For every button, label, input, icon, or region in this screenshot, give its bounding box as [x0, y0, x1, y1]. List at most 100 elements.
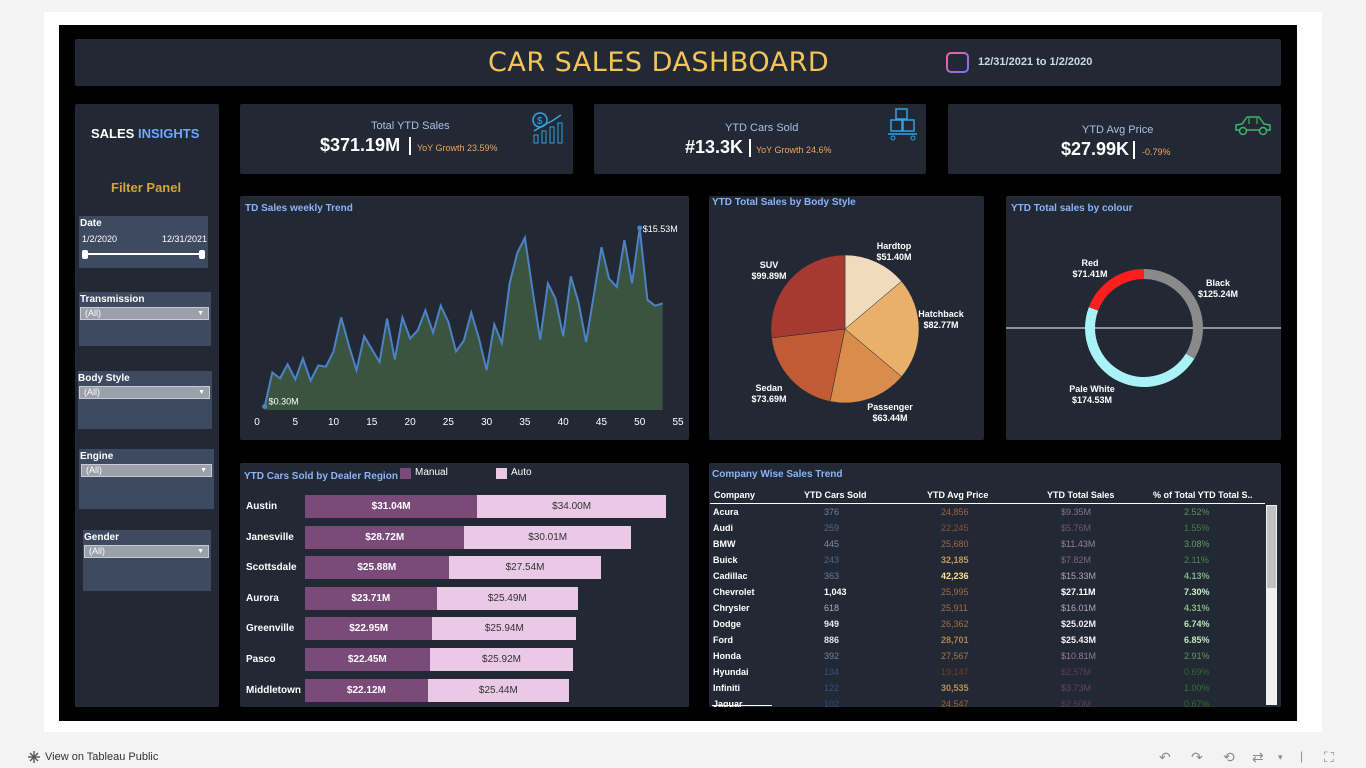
refresh-icon[interactable]: ⇄: [1252, 749, 1264, 766]
fullscreen-icon[interactable]: ⛶: [1324, 749, 1334, 766]
x-tick-label: 15: [366, 417, 378, 428]
cell-avg-price: 25,995: [941, 587, 969, 597]
cell-total-sales: $2.50M: [1061, 699, 1092, 707]
refresh-dropdown-icon[interactable]: ▾: [1278, 752, 1283, 763]
cell-percent: 1.00%: [1184, 683, 1210, 693]
view-on-tableau-link[interactable]: View on Tableau Public: [45, 751, 158, 763]
cell-avg-price: 26,362: [941, 619, 969, 629]
table-row[interactable]: Dodge 949 26,362 $25.02M 6.74%: [710, 617, 1264, 633]
kpi-label: YTD Cars Sold: [725, 122, 799, 134]
table-row[interactable]: BMW 445 25,680 $11.43M 3.08%: [710, 537, 1264, 553]
cell-total-sales: $27.11M: [1061, 587, 1096, 597]
table-h-scrollbar[interactable]: [712, 705, 772, 706]
cell-total-sales: $25.02M: [1061, 619, 1097, 629]
col-header-percent[interactable]: % of Total YTD Total S..: [1153, 490, 1253, 500]
cell-percent: 2.11%: [1184, 555, 1209, 565]
slice-name: Sedan: [755, 383, 783, 393]
slice-name: Black: [1205, 278, 1231, 288]
kpi-growth: -0.79%: [1142, 147, 1171, 157]
brand-title-a: SALES: [91, 126, 135, 141]
kpi-card-total-sales: [240, 104, 573, 174]
cell-cars-sold: 618: [824, 603, 840, 613]
table-row[interactable]: Buick 243 32,185 $7.82M 2.11%: [710, 553, 1264, 569]
table-row[interactable]: Honda 392 27,567 $10.81M 2.91%: [710, 649, 1264, 665]
slice-name: SUV: [759, 260, 779, 270]
car-icon: [1235, 116, 1271, 136]
revert-icon[interactable]: ⟲: [1223, 749, 1235, 766]
slice-label-red: Red $71.41M: [1064, 258, 1116, 280]
redo-icon[interactable]: ↷: [1191, 749, 1203, 766]
cell-percent: 2.52%: [1184, 507, 1210, 517]
slice-value: $125.24M: [1197, 289, 1239, 299]
legend-label-manual: Manual: [415, 467, 448, 478]
table-row[interactable]: Ford 886 28,701 $25.43M 6.85%: [710, 633, 1264, 649]
cell-cars-sold: 949: [824, 619, 840, 629]
cell-cars-sold: 445: [824, 539, 840, 549]
transmission-filter-label: Transmission: [80, 294, 145, 305]
undo-icon[interactable]: ↶: [1159, 749, 1171, 766]
table-row[interactable]: Cadillac 363 42,236 $15.33M 4.13%: [710, 569, 1264, 585]
cell-cars-sold: 376: [824, 507, 840, 517]
table-row[interactable]: Audi 259 22,245 $5.76M 1.55%: [710, 521, 1264, 537]
cell-percent: 0.67%: [1184, 699, 1210, 707]
cell-total-sales: $10.81M: [1061, 651, 1097, 661]
table-row[interactable]: Infiniti 122 30,535 $3.73M 1.00%: [710, 681, 1264, 697]
cell-cars-sold: 392: [824, 651, 840, 661]
engine-select-value: (All): [86, 465, 102, 475]
date-filter-end: 12/31/2021: [162, 234, 208, 244]
weekly-trend-chart[interactable]: $15.53M $0.30M 0 5 10 15 20 25 30 35 40 45 50 55: [240, 196, 689, 440]
cell-company: Honda: [713, 651, 741, 661]
slice-label-passenger: Passenger $63.44M: [864, 402, 916, 424]
kpi-value: $371.19M: [320, 135, 401, 155]
slice-value: $99.89M: [751, 271, 787, 281]
slice-name: Passenger: [867, 402, 913, 412]
kpi-value: #13.3K: [685, 137, 744, 157]
engine-select[interactable]: (All) ▼: [81, 464, 212, 477]
slice-name: Red: [1081, 258, 1099, 268]
cell-company: Chevrolet: [713, 587, 755, 597]
cell-cars-sold: 1,043: [824, 587, 847, 597]
col-header-avg-price[interactable]: YTD Avg Price: [927, 490, 988, 500]
cell-avg-price: 24,547: [941, 699, 969, 707]
body-style-select[interactable]: (All) ▼: [79, 386, 210, 399]
colour-donut-chart[interactable]: [1006, 196, 1281, 440]
slice-label-hardtop: Hardtop $51.40M: [868, 241, 920, 263]
slice-name: Hardtop: [876, 241, 912, 251]
kpi-divider: [1133, 141, 1135, 159]
date-slider-start-handle[interactable]: [82, 250, 88, 259]
table-row[interactable]: Jaguar 102 24,547 $2.50M 0.67%: [710, 697, 1264, 707]
body-style-filter-label: Body Style: [78, 373, 130, 384]
table-row[interactable]: Chevrolet 1,043 25,995 $27.11M 7.30%: [710, 585, 1264, 601]
chevron-down-icon: ▼: [197, 310, 204, 317]
cell-total-sales: $11.43M: [1061, 539, 1096, 549]
date-slider-track[interactable]: [85, 253, 203, 255]
cell-company: Cadillac: [713, 571, 748, 581]
cell-avg-price: 32,185: [941, 555, 969, 565]
cell-percent: 7.30%: [1184, 587, 1210, 597]
cell-cars-sold: 134: [824, 667, 840, 677]
cell-total-sales: $9.35M: [1061, 507, 1092, 517]
cell-total-sales: $25.43M: [1061, 635, 1097, 645]
trend-max-label: $15.53M: [643, 224, 678, 234]
cell-total-sales: $5.76M: [1061, 523, 1092, 533]
x-tick-label: 20: [405, 417, 417, 428]
date-range: 12/31/2021 to 1/2/2020: [978, 56, 1093, 68]
cell-company: Infiniti: [713, 683, 740, 693]
chevron-down-icon: ▼: [200, 467, 207, 474]
transmission-select[interactable]: (All) ▼: [80, 307, 209, 320]
table-scrollbar-thumb[interactable]: [1267, 506, 1276, 588]
slice-value: $73.69M: [751, 394, 787, 404]
x-tick-label: 40: [558, 417, 570, 428]
col-header-cars-sold[interactable]: YTD Cars Sold: [804, 490, 867, 500]
chevron-down-icon: ▼: [198, 389, 205, 396]
brand-title: SALES INSIGHTS: [91, 126, 199, 141]
table-row[interactable]: Acura 376 24,856 $9.35M 2.52%: [710, 505, 1264, 521]
legend-swatch-auto: [496, 468, 507, 479]
col-header-company[interactable]: Company: [714, 490, 755, 500]
cell-company: Chrysler: [713, 603, 750, 613]
col-header-total-sales[interactable]: YTD Total Sales: [1047, 490, 1114, 500]
slice-label-black: Black $125.24M: [1190, 278, 1246, 300]
table-row[interactable]: Hyundai 134 19,147 $2.57M 0.69%: [710, 665, 1264, 681]
date-slider-end-handle[interactable]: [199, 250, 205, 259]
table-row[interactable]: Chrysler 618 25,911 $16.01M 4.31%: [710, 601, 1264, 617]
